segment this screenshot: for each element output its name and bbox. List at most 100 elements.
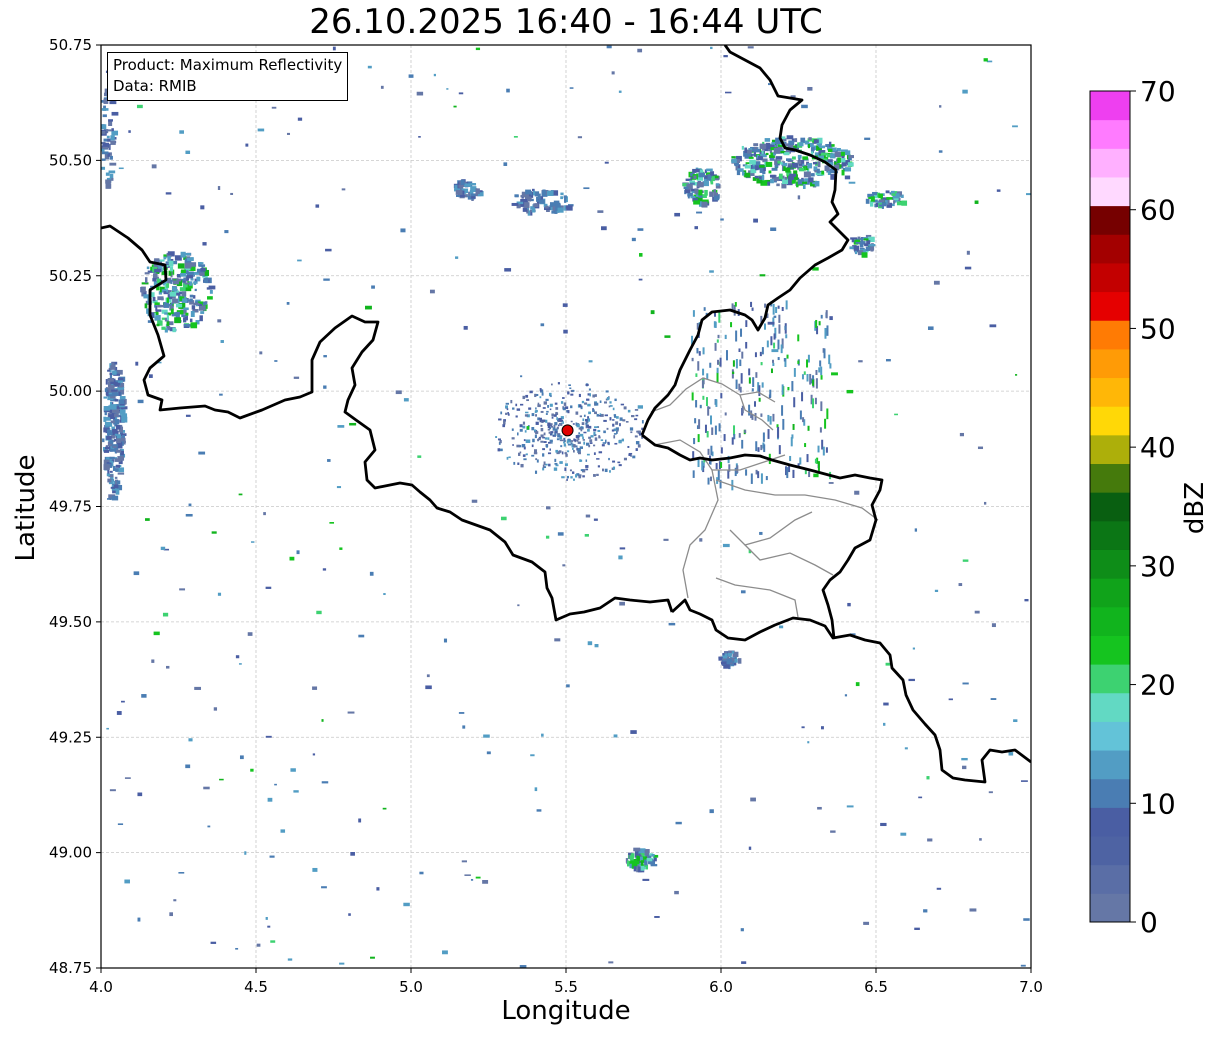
echo-pixel <box>593 474 596 477</box>
echo-pixel <box>107 498 112 500</box>
echo-pixel <box>713 195 720 201</box>
echo-pixel <box>731 158 737 164</box>
echo-pixel <box>789 455 792 462</box>
colorbar-segment <box>1090 778 1130 808</box>
x-tick-label: 4.5 <box>244 978 268 996</box>
echo-pixel <box>702 347 705 355</box>
echo-pixel <box>166 297 169 303</box>
echo-pixel <box>541 733 544 737</box>
echo-pixel <box>802 156 809 160</box>
echo-pixel <box>207 296 213 300</box>
echo-pixel <box>706 168 713 172</box>
echo-pixel <box>713 189 717 195</box>
echo-pixel <box>101 158 106 161</box>
echo-pixel <box>497 438 501 441</box>
echo-pixel <box>519 451 522 454</box>
echo-pixel <box>180 273 187 277</box>
echo-pixel <box>542 189 546 193</box>
echo-pixel <box>475 47 481 51</box>
echo-pixel <box>613 734 618 738</box>
echo-pixel <box>179 130 184 134</box>
echo-pixel <box>321 886 327 889</box>
echo-pixel <box>506 408 509 411</box>
echo-pixel <box>323 385 327 389</box>
echo-pixel <box>124 777 131 779</box>
echo-pixel <box>758 397 761 402</box>
echo-pixel <box>365 305 372 310</box>
echo-pixel <box>612 407 615 411</box>
echo-pixel <box>108 119 113 122</box>
echo-pixel <box>893 200 896 204</box>
echo-pixel <box>111 434 116 439</box>
echo-pixel <box>117 823 124 826</box>
echo-pixel <box>861 252 868 258</box>
echo-pixel <box>106 135 110 139</box>
echo-pixel <box>557 532 564 536</box>
echo-pixel <box>740 373 743 384</box>
echo-pixel <box>791 162 799 168</box>
echo-pixel <box>751 388 754 392</box>
echo-pixel <box>443 638 448 643</box>
echo-pixel <box>146 266 150 270</box>
echo-pixel <box>748 846 752 850</box>
echo-pixel <box>720 393 723 399</box>
echo-pixel <box>500 516 507 521</box>
echo-pixel <box>622 419 626 422</box>
x-tick-label: 5.5 <box>554 978 578 996</box>
echo-pixel <box>526 399 529 402</box>
echo-pixel <box>813 473 819 478</box>
echo-pixel <box>765 476 768 481</box>
echo-pixel <box>209 289 213 294</box>
echo-pixel <box>417 455 422 458</box>
echo-pixel <box>534 787 538 792</box>
echo-pixel <box>137 792 143 797</box>
echo-pixel <box>540 424 543 427</box>
echo-pixel <box>108 405 114 409</box>
echo-pixel <box>566 478 568 481</box>
echo-pixel <box>716 372 719 383</box>
echo-pixel <box>830 830 836 833</box>
echo-pixel <box>265 735 272 738</box>
echo-pixel <box>109 789 116 792</box>
echo-pixel <box>172 327 176 333</box>
echo-pixel <box>808 471 811 478</box>
echo-pixel <box>322 568 327 571</box>
echo-pixel <box>547 404 549 408</box>
echo-pixel <box>563 195 567 199</box>
echo-pixel <box>200 205 205 210</box>
echo-pixel <box>546 410 549 413</box>
echo-pixel <box>244 851 247 855</box>
echo-pixel <box>614 398 617 402</box>
echo-pixel <box>770 227 777 231</box>
echo-pixel <box>834 151 841 158</box>
echo-pixel <box>224 230 229 234</box>
echo-pixel <box>515 415 518 418</box>
echo-pixel <box>341 188 346 191</box>
echo-pixel <box>166 320 170 327</box>
echo-pixel <box>220 340 224 343</box>
echo-pixel <box>748 404 751 416</box>
echo-pixel <box>540 427 544 432</box>
echo-pixel <box>709 476 712 482</box>
echo-pixel <box>829 316 833 321</box>
colorbar-segment <box>1090 578 1130 608</box>
echo-pixel <box>819 427 822 433</box>
echo-pixel <box>606 45 612 49</box>
echo-pixel <box>745 320 748 327</box>
echo-pixel <box>551 425 554 428</box>
echo-pixel <box>475 876 481 879</box>
echo-pixel <box>380 85 384 89</box>
echo-pixel <box>697 434 700 443</box>
echo-pixel <box>605 390 609 393</box>
echo-pixel <box>137 399 144 404</box>
echo-pixel <box>178 872 185 874</box>
x-tick-label: 6.5 <box>864 978 888 996</box>
echo-pixel <box>739 359 742 367</box>
colorbar-segment <box>1090 262 1130 293</box>
echo-pixel <box>606 396 610 401</box>
echo-pixel <box>121 416 128 423</box>
echo-pixel <box>868 244 876 247</box>
echo-pixel <box>604 468 608 473</box>
echo-pixel <box>813 139 819 143</box>
echo-pixel <box>524 414 529 417</box>
